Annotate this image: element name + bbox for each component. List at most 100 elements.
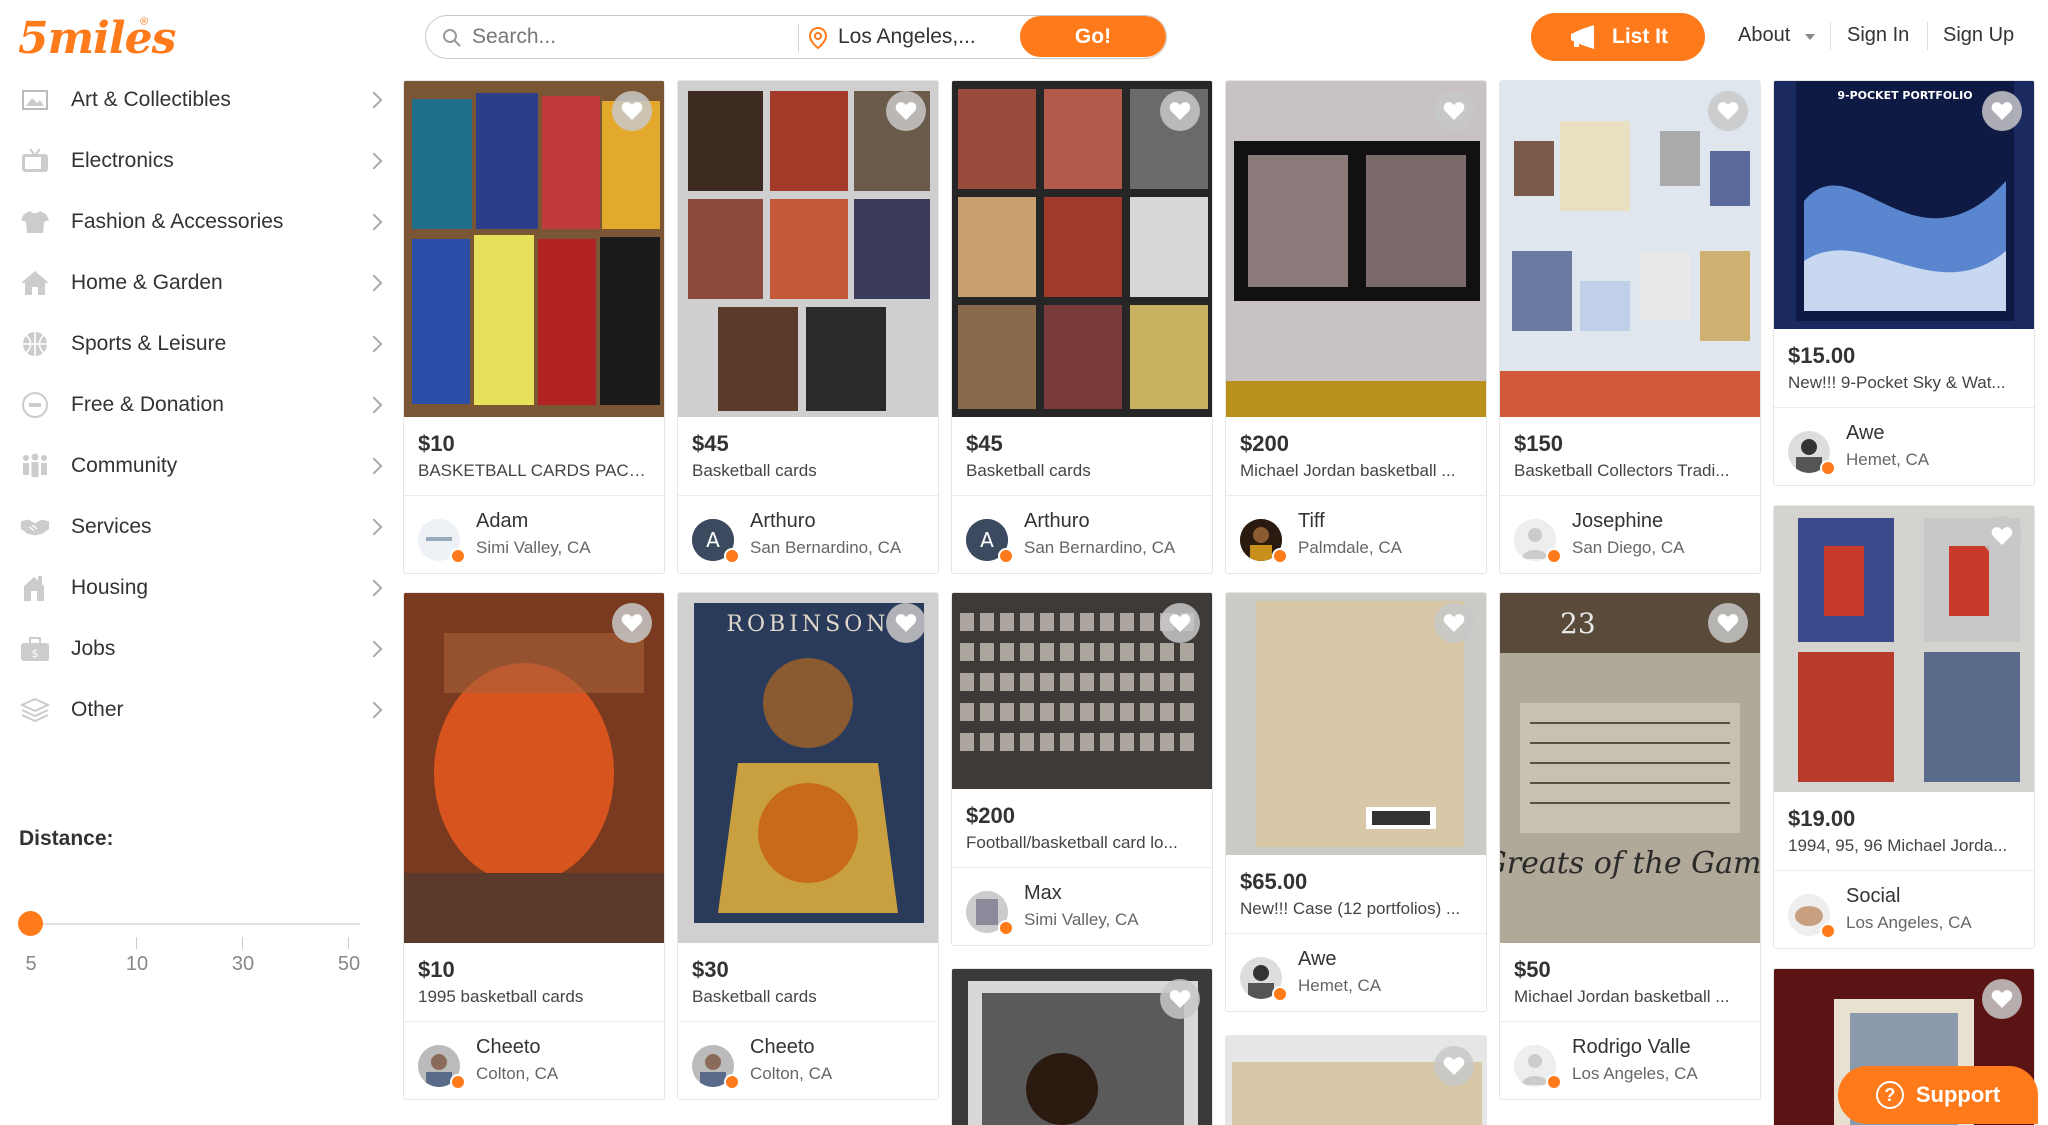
listing-photo[interactable] (1226, 593, 1486, 855)
favorite-button[interactable] (1160, 979, 1200, 1019)
heart-icon (1169, 990, 1191, 1008)
listing-card[interactable]: $45 Basketball cards A Arthuro San Berna… (677, 80, 939, 574)
category-fashion-accessories[interactable]: Fashion & Accessories (0, 197, 390, 247)
chevron-right-icon (365, 274, 383, 292)
favorite-button[interactable] (1160, 603, 1200, 643)
logo[interactable]: 5miles ® (18, 13, 176, 64)
listing-photo[interactable]: 9-POCKET PORTFOLIO (1774, 81, 2034, 329)
favorite-button[interactable] (612, 603, 652, 643)
favorite-button[interactable] (1434, 603, 1474, 643)
seller-info[interactable]: A Arthuro San Bernardino, CA (952, 495, 1212, 573)
listing-photo[interactable] (952, 81, 1212, 417)
listing-card[interactable]: $200 Michael Jordan basketball ... Tiff … (1225, 80, 1487, 574)
seller-info[interactable]: A Arthuro San Bernardino, CA (678, 495, 938, 573)
listing-photo[interactable]: 23 Greats of the Game (1500, 593, 1760, 943)
distance-option-30[interactable]: 30 (232, 953, 254, 976)
favorite-button[interactable] (1982, 516, 2022, 556)
jersey-number-label: 23 (1560, 607, 1596, 640)
listing-card[interactable] (951, 968, 1213, 1125)
listing-price: $150 (1514, 431, 1563, 456)
listing-photo[interactable] (678, 81, 938, 417)
favorite-button[interactable] (886, 603, 926, 643)
favorite-button[interactable] (1708, 603, 1748, 643)
seller-info[interactable]: Social Los Angeles, CA (1774, 870, 2034, 948)
listing-price: $50 (1514, 957, 1551, 982)
favorite-button[interactable] (1160, 91, 1200, 131)
sign-in-link[interactable]: Sign In (1847, 24, 1909, 47)
favorite-button[interactable] (1434, 1046, 1474, 1086)
category-sports-leisure[interactable]: Sports & Leisure (0, 319, 390, 369)
go-button[interactable]: Go! (1020, 16, 1166, 57)
listing-card[interactable]: $200 Football/basketball card lo... Max … (951, 592, 1213, 946)
category-label: Other (71, 698, 124, 721)
listing-card[interactable]: 23 Greats of the Game $50 Michael Jordan… (1499, 592, 1761, 1100)
heart-icon (895, 614, 917, 632)
listing-photo[interactable] (404, 593, 664, 943)
location-input[interactable] (838, 16, 1018, 57)
distance-option-5[interactable]: 5 (25, 953, 36, 976)
seller-info[interactable]: Josephine San Diego, CA (1500, 495, 1760, 573)
seller-info[interactable]: Tiff Palmdale, CA (1226, 495, 1486, 573)
category-jobs[interactable]: $ Jobs (0, 624, 390, 674)
distance-slider-track[interactable] (30, 923, 360, 925)
category-home-garden[interactable]: Home & Garden (0, 258, 390, 308)
listing-card[interactable]: $19.00 1994, 95, 96 Michael Jorda... Soc… (1773, 505, 2035, 949)
listing-photo[interactable] (1500, 81, 1760, 417)
category-services[interactable]: Services (0, 502, 390, 552)
seller-info[interactable]: Cheeto Colton, CA (678, 1021, 938, 1099)
seller-info[interactable]: Awe Hemet, CA (1774, 407, 2034, 485)
category-art-collectibles[interactable]: Art & Collectibles (0, 75, 390, 125)
listing-card[interactable]: $65.00 New!!! Case (12 portfolios) ... A… (1225, 592, 1487, 1012)
seller-info[interactable]: Max Simi Valley, CA (952, 867, 1212, 945)
listing-photo[interactable] (1226, 81, 1486, 417)
category-housing[interactable]: Housing (0, 563, 390, 613)
seller-location: San Bernardino, CA (750, 538, 902, 557)
briefcase-icon: $ (20, 634, 50, 664)
support-button[interactable]: ? Support (1838, 1066, 2038, 1124)
distance-option-10[interactable]: 10 (126, 953, 148, 976)
listing-card[interactable]: $10 BASKETBALL CARDS PACKS... Adam Simi … (403, 80, 665, 574)
listing-photo[interactable] (1774, 506, 2034, 792)
seller-info[interactable]: Adam Simi Valley, CA (404, 495, 664, 573)
category-free-donation[interactable]: Free & Donation (0, 380, 390, 430)
category-label: Art & Collectibles (71, 88, 231, 111)
sign-up-link[interactable]: Sign Up (1943, 24, 2014, 47)
category-electronics[interactable]: Electronics (0, 136, 390, 186)
distance-option-50[interactable]: 50 (338, 953, 360, 976)
favorite-button[interactable] (886, 91, 926, 131)
distance-slider-handle[interactable] (18, 911, 43, 936)
listing-photo[interactable]: ROBINSON (678, 593, 938, 943)
listing-photo[interactable] (952, 969, 1212, 1125)
favorite-button[interactable] (612, 91, 652, 131)
heart-icon (1169, 614, 1191, 632)
favorite-button[interactable] (1434, 91, 1474, 131)
favorite-button[interactable] (1982, 979, 2022, 1019)
shirt-icon (20, 207, 50, 237)
seller-info[interactable]: Rodrigo Valle Los Angeles, CA (1500, 1021, 1760, 1099)
verified-badge-icon (1820, 460, 1836, 476)
listing-card[interactable]: $45 Basketball cards A Arthuro San Berna… (951, 80, 1213, 574)
listing-card[interactable]: ROBINSON $30 Basketball cards Cheeto Col… (677, 592, 939, 1100)
listing-card[interactable]: $150 Basketball Collectors Tradi... Jose… (1499, 80, 1761, 574)
favorite-button[interactable] (1982, 91, 2022, 131)
seller-info[interactable]: Cheeto Colton, CA (404, 1021, 664, 1099)
search-input[interactable] (472, 16, 812, 57)
listing-photo[interactable] (952, 593, 1212, 789)
listing-photo[interactable] (404, 81, 664, 417)
listing-card[interactable]: $10 1995 basketball cards Cheeto Colton,… (403, 592, 665, 1100)
listing-card[interactable] (1225, 1035, 1487, 1125)
listing-title: New!!! 9-Pocket Sky & Wat... (1788, 373, 2006, 392)
listing-photo[interactable] (1226, 1036, 1486, 1125)
seller-info[interactable]: Awe Hemet, CA (1226, 933, 1486, 1011)
card-blurry-image (404, 593, 664, 943)
list-it-button[interactable]: List It (1531, 13, 1705, 61)
about-menu[interactable]: About (1738, 24, 1790, 47)
listing-card[interactable]: 9-POCKET PORTFOLIO $15.00 New!!! 9-Pocke… (1773, 80, 2035, 486)
favorite-button[interactable] (1708, 91, 1748, 131)
chevron-right-icon (365, 701, 383, 719)
category-other[interactable]: Other (0, 685, 390, 735)
list-it-label: List It (1612, 25, 1668, 48)
house-icon (20, 268, 50, 298)
portfolio-label: 9-POCKET PORTFOLIO (1837, 89, 1972, 102)
category-community[interactable]: Community (0, 441, 390, 491)
